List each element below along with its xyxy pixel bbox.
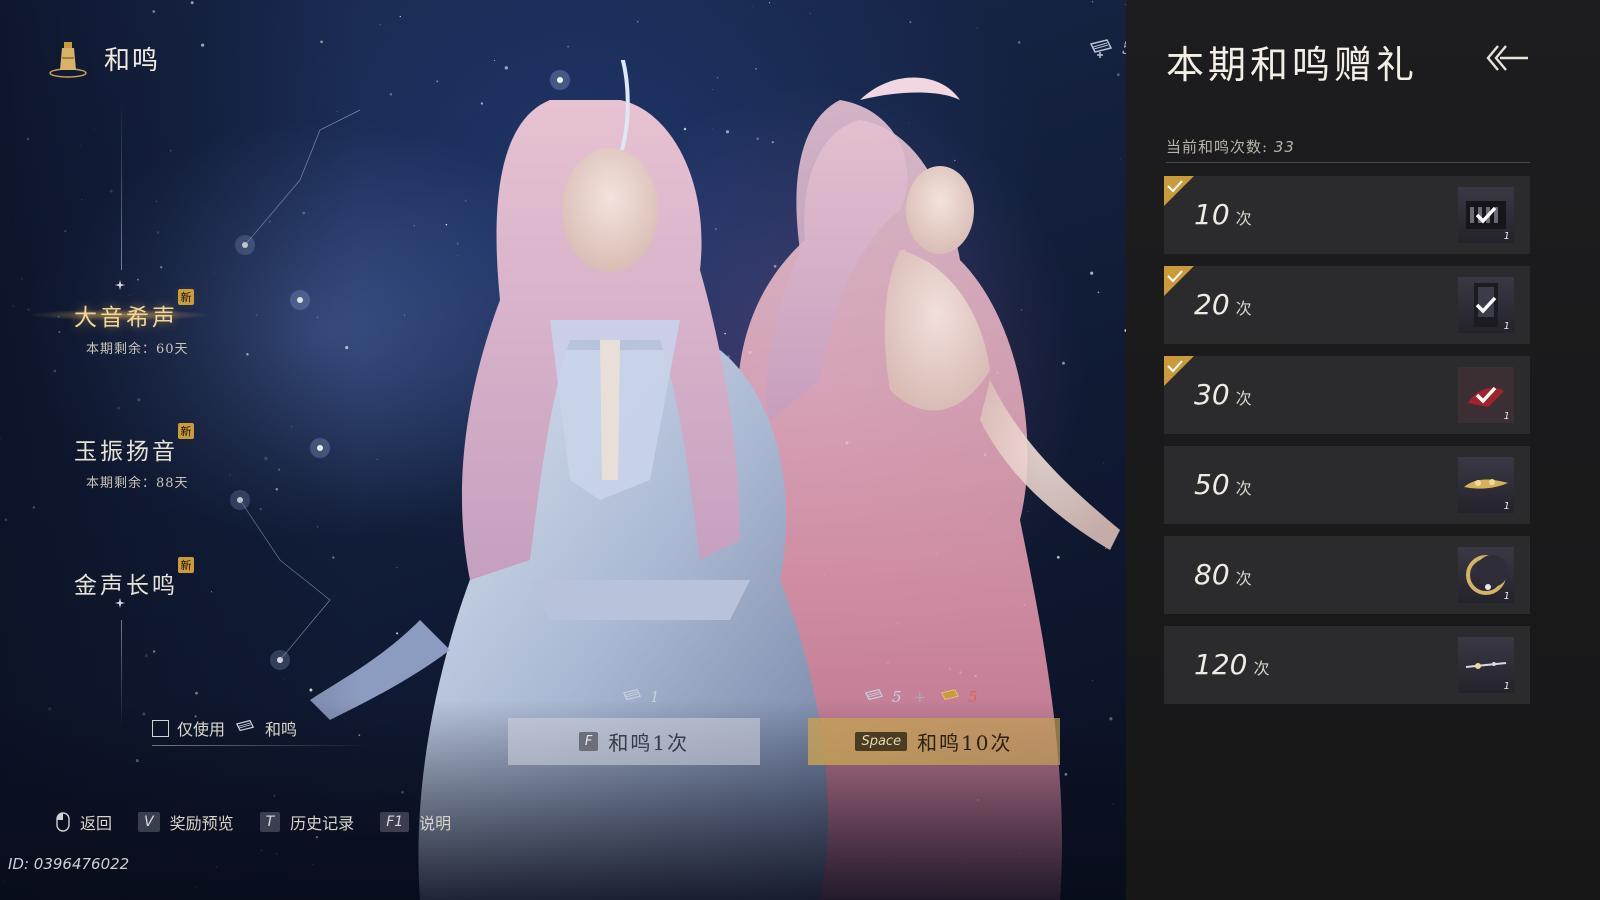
pull-ten-cost-b: 5: [968, 688, 978, 706]
new-badge: 新: [178, 423, 194, 439]
reward-item[interactable]: 1: [1458, 637, 1514, 693]
key-hint: F1: [380, 812, 410, 832]
only-use-checkbox[interactable]: [152, 719, 169, 737]
milestone-row: 50 次 1: [1164, 446, 1530, 524]
milestone-count: 20 次: [1194, 288, 1252, 321]
pull-ten-cost-a: 5: [892, 688, 902, 706]
bottom-hint-bar: 返回 V 奖励预览 T 历史记录 F1 说明: [56, 810, 451, 834]
banner-name: 金声长鸣 新: [74, 557, 194, 600]
gold-token-icon: [941, 689, 960, 701]
milestone-count: 120 次: [1194, 648, 1270, 681]
checkmark-icon: [1475, 296, 1497, 314]
reward-quantity: 1: [1503, 321, 1510, 332]
page-header: 和鸣: [46, 36, 160, 80]
pull-one-cost-value: 1: [650, 688, 660, 706]
sparkle-icon: [115, 280, 125, 290]
only-use-label: 仅使用: [177, 720, 226, 739]
claimed-corner-icon: [1164, 266, 1194, 296]
banner-remaining: 本期剩余：60天: [86, 342, 189, 357]
key-hint: F: [578, 732, 599, 751]
claimed-corner-icon: [1164, 356, 1194, 386]
new-badge: 新: [178, 289, 194, 305]
reward-quantity: 1: [1503, 501, 1510, 512]
resonance-token-icon: [235, 719, 255, 732]
reward-quantity: 1: [1503, 681, 1510, 692]
only-use-toggle[interactable]: 仅使用 和鸣: [152, 716, 297, 740]
milestone-count: 10 次: [1194, 198, 1252, 231]
reward-preview-hint[interactable]: V 奖励预览: [138, 810, 234, 834]
pull-one-button[interactable]: F 和鸣1次: [508, 718, 760, 765]
bell-icon: [49, 42, 87, 78]
pull-ten-cost: 5 + 5: [862, 688, 978, 706]
only-use-currency-label: 和鸣: [265, 720, 298, 739]
checkmark-icon: [1475, 206, 1497, 224]
resonance-count: 当前和鸣次数: 33: [1166, 136, 1295, 157]
banner-name: 玉振扬音 新: [74, 423, 194, 466]
reward-item[interactable]: 1: [1458, 457, 1514, 513]
milestone-row: 20 次 1: [1164, 266, 1530, 344]
milestone-row: 120 次 1: [1164, 626, 1530, 704]
key-hint: Space: [855, 732, 908, 751]
banner-list-line-bottom: [121, 620, 122, 730]
mouse-icon: [56, 812, 70, 832]
back-hint[interactable]: 返回: [56, 810, 112, 834]
reward-quantity: 1: [1503, 591, 1510, 602]
milestone-list: 10 次 1 20 次 1 30 次 1 50 次 1 80 次 1 120 次 1: [1164, 176, 1530, 716]
milestone-row: 80 次 1: [1164, 536, 1530, 614]
milestone-row: 30 次 1: [1164, 356, 1530, 434]
milestone-panel: 本期和鸣赠礼 当前和鸣次数: 33 10 次 1 20 次 1 30 次 1 50 次 1 80 次 1 12…: [1126, 0, 1600, 900]
milestone-unit: 次: [1235, 389, 1252, 408]
divider: [1166, 162, 1530, 163]
reward-item[interactable]: 1: [1458, 187, 1514, 243]
collapse-arrow-icon[interactable]: [1484, 40, 1532, 76]
pull-one-label: 和鸣1次: [608, 731, 690, 755]
milestone-unit: 次: [1235, 209, 1252, 228]
reward-item[interactable]: 1: [1458, 547, 1514, 603]
reward-quantity: 1: [1503, 231, 1510, 242]
pull-ten-button[interactable]: Space 和鸣10次: [808, 718, 1060, 765]
resonance-token-icon: [1089, 39, 1113, 58]
user-id: ID: 0396476022: [8, 855, 130, 873]
count-value: 33: [1273, 138, 1295, 156]
reward-item[interactable]: 1: [1458, 367, 1514, 423]
claimed-corner-icon: [1164, 176, 1194, 206]
back-label: 返回: [80, 814, 113, 833]
pull-ten-label: 和鸣10次: [917, 731, 1013, 755]
resonance-token-icon: [622, 688, 642, 701]
banner-remaining: 本期剩余：88天: [86, 476, 189, 491]
milestone-row: 10 次 1: [1164, 176, 1530, 254]
banner-list-line-top: [121, 100, 122, 270]
key-hint: V: [138, 812, 160, 832]
divider: [152, 745, 372, 746]
count-label: 当前和鸣次数:: [1166, 138, 1269, 156]
page-title: 和鸣: [104, 45, 161, 76]
milestone-count: 80 次: [1194, 558, 1252, 591]
banner-item-2[interactable]: 玉振扬音 新 本期剩余：88天: [74, 423, 194, 491]
reward-preview-label: 奖励预览: [169, 814, 234, 833]
milestone-unit: 次: [1235, 299, 1252, 318]
reward-quantity: 1: [1503, 411, 1510, 422]
pull-one-cost: 1: [620, 688, 660, 706]
banner-item-1[interactable]: 大音希声 新 本期剩余：60天: [74, 289, 194, 357]
milestone-count: 30 次: [1194, 378, 1252, 411]
new-badge: 新: [178, 557, 194, 573]
reward-item[interactable]: 1: [1458, 277, 1514, 333]
help-label: 说明: [419, 814, 452, 833]
banner-item-3[interactable]: 金声长鸣 新: [74, 557, 194, 600]
help-hint[interactable]: F1 说明: [380, 810, 451, 834]
checkmark-icon: [1475, 386, 1497, 404]
milestone-unit: 次: [1235, 479, 1252, 498]
key-hint: T: [259, 812, 281, 832]
milestone-unit: 次: [1253, 659, 1270, 678]
milestone-unit: 次: [1235, 569, 1252, 588]
resonance-token-icon: [864, 688, 884, 701]
milestone-count: 50 次: [1194, 468, 1252, 501]
banner-name: 大音希声 新: [74, 289, 194, 332]
panel-title: 本期和鸣赠礼: [1166, 43, 1419, 87]
history-label: 历史记录: [290, 814, 355, 833]
sparkle-icon: [115, 598, 125, 608]
plus-sign: +: [913, 688, 927, 706]
history-hint[interactable]: T 历史记录: [259, 810, 355, 834]
